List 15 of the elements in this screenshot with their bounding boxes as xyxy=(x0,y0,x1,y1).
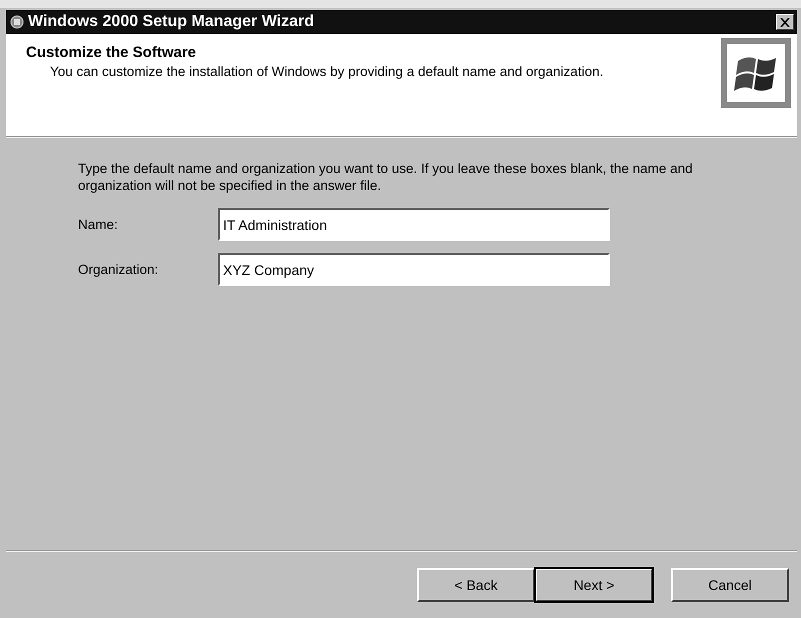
page-title: Customize the Software xyxy=(26,44,198,61)
window-title: Windows 2000 Setup Manager Wizard xyxy=(28,13,315,31)
close-icon xyxy=(780,18,790,26)
app-icon xyxy=(9,14,25,30)
instructions-text: Type the default name and organization you want to use. If you leave these boxes blank, the name and organization will not be specified in the answer file. xyxy=(78,160,694,194)
field-label: Organization: xyxy=(78,262,160,277)
windows-flag-icon xyxy=(721,38,791,108)
wizard-button[interactable]: Next > xyxy=(535,568,653,602)
field-label: Name: xyxy=(78,217,119,232)
input-field[interactable]: IT Administration xyxy=(218,208,610,241)
wizard-button[interactable]: < Back xyxy=(417,568,535,602)
wizard-button[interactable]: Cancel xyxy=(671,568,789,602)
page-subtitle: You can customize the installation of Windows by providing a default name and organization. xyxy=(49,63,604,80)
close-button[interactable] xyxy=(776,14,794,30)
input-field[interactable]: XYZ Company xyxy=(218,253,610,286)
